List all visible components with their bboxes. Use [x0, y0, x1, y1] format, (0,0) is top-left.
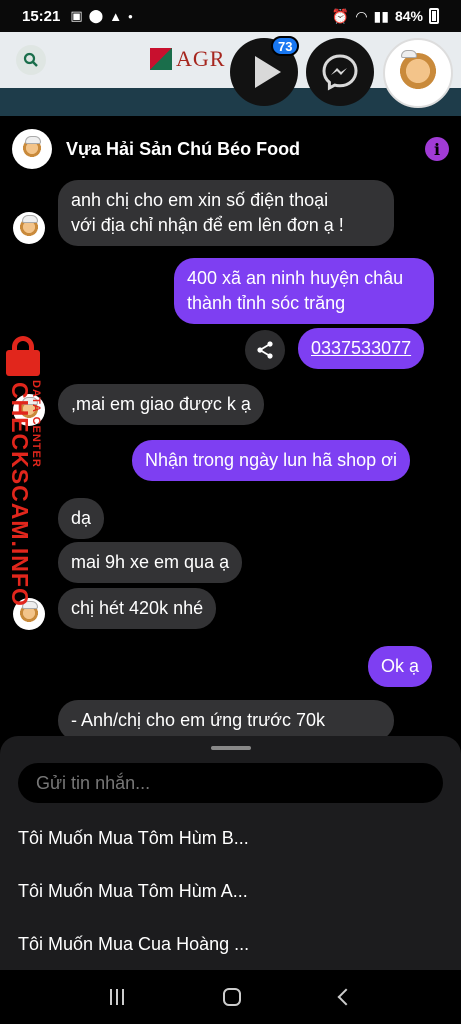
chat-header: Vựa Hải Sản Chú Béo Food i — [0, 118, 461, 180]
message-bubble-incoming[interactable]: dạ — [58, 498, 105, 539]
sender-avatar — [13, 212, 45, 244]
info-icon[interactable]: i — [425, 137, 449, 161]
status-bar: 15:21 ▣ ⬤ ▲ • ⏰ ◠ ▮▮ 84% — [0, 0, 461, 32]
battery-percent: 84% — [394, 8, 423, 24]
message-input[interactable]: Gửi tin nhắn... — [18, 763, 443, 803]
message-bubble-outgoing[interactable]: Ok ạ — [368, 646, 433, 687]
wifi-icon: ◠ — [355, 7, 368, 24]
chef-logo-icon — [19, 215, 39, 238]
system-icons: ⏰ ◠ ▮▮ 84% — [332, 8, 439, 25]
status-time: 15:21 — [22, 7, 61, 25]
watermark-sub: DATA CENTER — [30, 380, 42, 468]
watermark: CHECKSCAM.INFO DATA CENTER — [2, 336, 50, 607]
site-logo: AGR — [150, 46, 225, 72]
chef-logo-icon — [22, 136, 42, 159]
image-icon: ▣ — [70, 8, 83, 23]
quick-reply-item[interactable]: Tôi Muốn Mua Tôm Hùm B... — [18, 828, 249, 849]
avatar[interactable] — [12, 129, 52, 169]
unread-badge: 73 — [271, 36, 300, 56]
chef-logo-icon — [19, 601, 39, 624]
logo-mark-icon — [150, 48, 172, 70]
messenger-chat-head[interactable] — [306, 38, 374, 106]
watermark-brand: CHECKSCAM.INFO — [7, 382, 33, 607]
message-bubble-incoming[interactable]: anh chị cho em xin số điện thoại với địa… — [58, 180, 394, 246]
alarm-icon: ⏰ — [331, 7, 350, 24]
dot-icon: • — [128, 8, 133, 24]
chef-logo-icon — [398, 50, 438, 93]
message-bubble-incoming[interactable]: ,mai em giao được k ạ — [58, 384, 264, 425]
composer-sheet: Gửi tin nhắn... Tôi Muốn Mua Tôm Hùm B..… — [0, 736, 461, 970]
message-bubble-incoming[interactable]: - Anh/chị cho em ứng trước 70k — [58, 700, 394, 741]
navigation-bar — [0, 970, 461, 1024]
battery-icon — [429, 8, 439, 24]
shop-chat-head-avatar[interactable] — [383, 38, 453, 108]
quick-reply-item[interactable]: Tôi Muốn Mua Tôm Hùm A... — [18, 881, 248, 902]
drag-handle[interactable] — [211, 746, 251, 750]
signal-icon: ▮▮ — [373, 7, 389, 24]
message-bubble-outgoing[interactable]: 400 xã an ninh huyện châu thành tỉnh sóc… — [174, 258, 434, 324]
message-bubble-outgoing[interactable]: Nhận trong ngày lun hã shop ơi — [132, 440, 410, 481]
quick-reply-item[interactable]: Tôi Muốn Mua Cua Hoàng ... — [18, 934, 249, 955]
recents-icon[interactable] — [109, 989, 124, 1005]
message-bubble-incoming[interactable]: mai 9h xe em qua ạ — [58, 542, 243, 583]
share-icon — [257, 341, 273, 359]
play-icon — [255, 56, 281, 88]
message-bubble-outgoing-phone[interactable]: 0337533077 — [298, 328, 425, 369]
lock-icon — [4, 336, 44, 376]
search-icon[interactable] — [16, 45, 46, 75]
phone-link[interactable]: 0337533077 — [311, 338, 411, 358]
back-icon[interactable] — [337, 988, 354, 1006]
notification-icons: ▣ ⬤ ▲ • — [70, 8, 132, 24]
warning-icon: ▲ — [109, 8, 123, 24]
chat-title[interactable]: Vựa Hải Sản Chú Béo Food — [66, 139, 300, 160]
share-button[interactable] — [245, 330, 285, 370]
messenger-icon — [322, 54, 358, 91]
message-bubble-incoming[interactable]: chị hét 420k nhé — [58, 588, 217, 629]
home-icon[interactable] — [222, 988, 241, 1006]
location-icon: ⬤ — [88, 8, 104, 23]
